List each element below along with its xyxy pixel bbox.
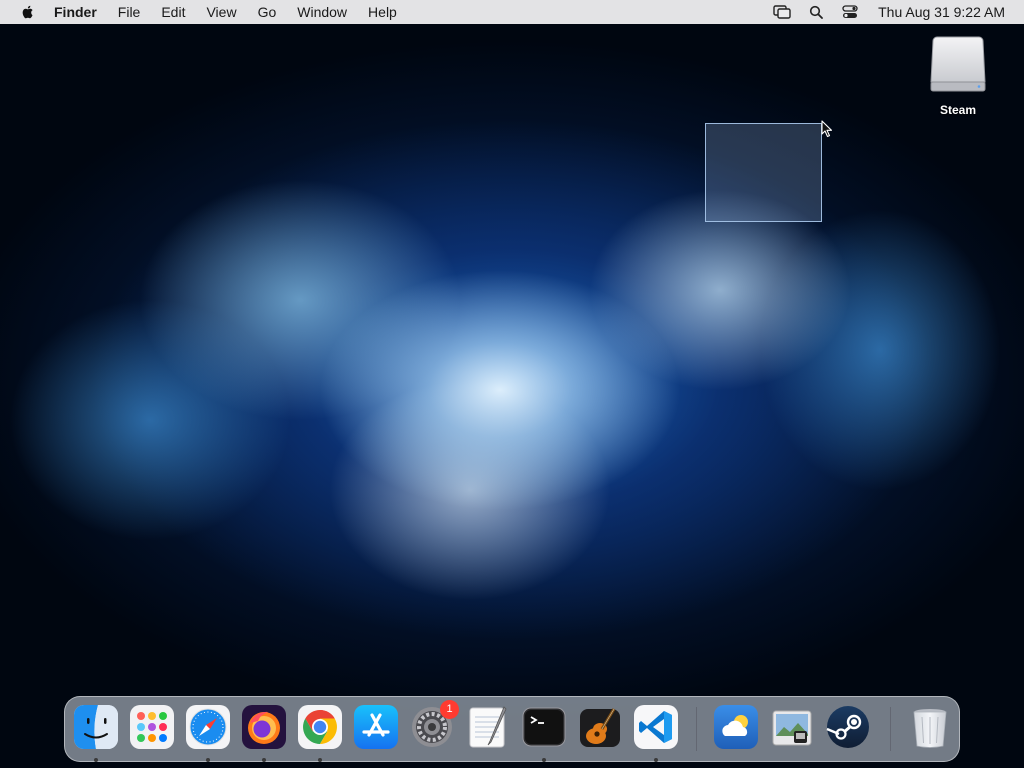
dock: 1: [64, 696, 960, 762]
textedit-icon[interactable]: [466, 705, 510, 749]
vscode-icon[interactable]: [634, 705, 678, 749]
external-drive-icon[interactable]: [929, 34, 987, 94]
mouse-cursor-icon: [821, 120, 833, 138]
running-indicator: [318, 758, 322, 762]
firefox-icon[interactable]: [242, 705, 286, 749]
menu-help[interactable]: Help: [368, 4, 397, 20]
search-icon[interactable]: [806, 4, 826, 20]
trash-icon[interactable]: [908, 705, 952, 749]
running-indicator: [654, 758, 658, 762]
menu-extras: Thu Aug 31 9:22 AM: [758, 0, 1005, 24]
running-indicator: [262, 758, 266, 762]
menu-window[interactable]: Window: [297, 4, 347, 20]
menu-clock[interactable]: Thu Aug 31 9:22 AM: [878, 4, 1005, 20]
desktop-icon-steam[interactable]: Steam: [928, 34, 988, 117]
running-indicator: [206, 758, 210, 762]
desktop-wallpaper: [0, 0, 1024, 768]
selection-rectangle: [705, 123, 822, 222]
dock-separator: [696, 707, 697, 751]
menu-view[interactable]: View: [206, 4, 236, 20]
terminal-icon[interactable]: [522, 705, 566, 749]
screen-mirroring-icon[interactable]: [772, 4, 792, 20]
dock-separator: [890, 707, 891, 751]
safari-icon[interactable]: [186, 705, 230, 749]
preview-icon[interactable]: [770, 705, 814, 749]
menu-bar: Finder File Edit View Go Window Help Thu…: [0, 0, 1024, 24]
control-center-icon[interactable]: [840, 4, 860, 20]
steam-icon[interactable]: [826, 705, 870, 749]
app-store-icon[interactable]: [354, 705, 398, 749]
menu-file[interactable]: File: [118, 4, 141, 20]
garageband-icon[interactable]: [578, 705, 622, 749]
system-preferences-icon[interactable]: 1: [410, 700, 459, 749]
running-indicator: [542, 758, 546, 762]
menu-go[interactable]: Go: [258, 4, 277, 20]
desktop-icon-label: Steam: [939, 103, 977, 117]
notification-badge: 1: [440, 700, 459, 719]
menu-app-name[interactable]: Finder: [54, 4, 97, 20]
running-indicator: [94, 758, 98, 762]
weather-icon[interactable]: [714, 705, 758, 749]
apple-icon[interactable]: [20, 4, 36, 20]
chrome-icon[interactable]: [298, 705, 342, 749]
finder-icon[interactable]: [74, 705, 118, 749]
menu-edit[interactable]: Edit: [161, 4, 185, 20]
launchpad-icon[interactable]: [130, 705, 174, 749]
